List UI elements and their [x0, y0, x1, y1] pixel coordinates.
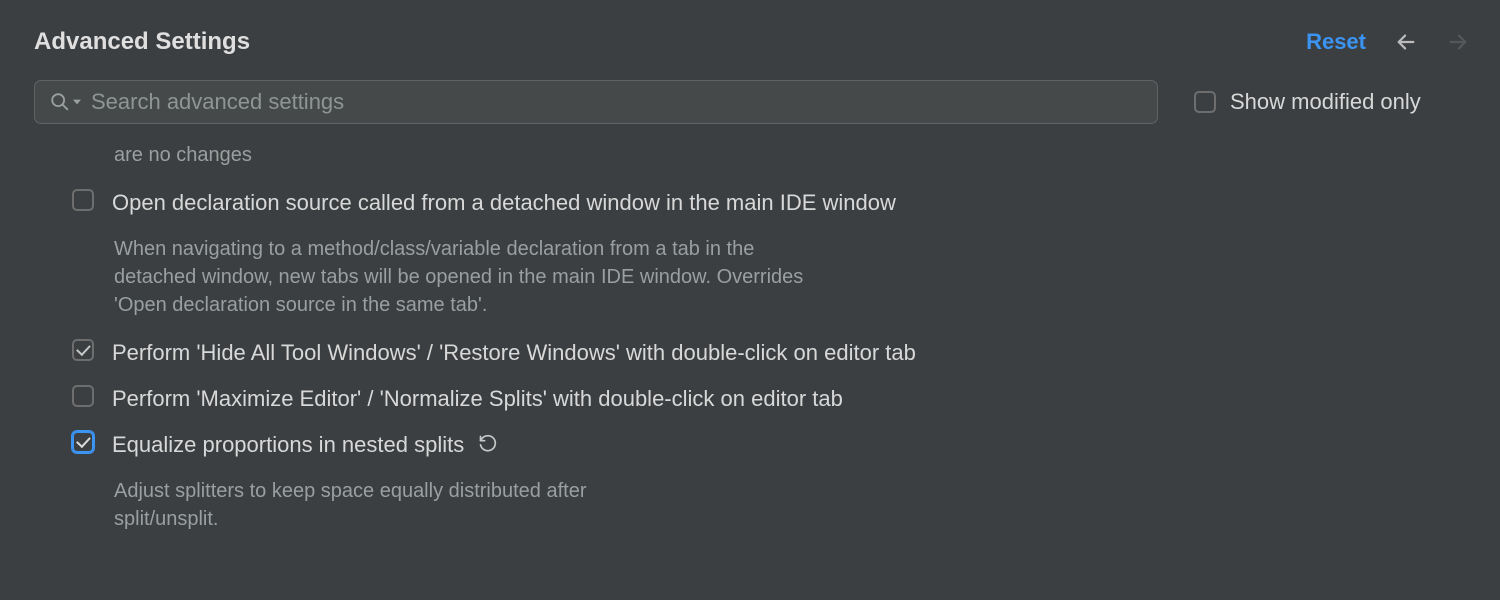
option-equalize-nested-splits[interactable]: Equalize proportions in nested splits [72, 431, 1470, 459]
search-input[interactable] [91, 89, 1143, 115]
show-modified-label: Show modified only [1230, 89, 1421, 115]
back-icon[interactable] [1394, 30, 1418, 54]
option-maximize-editor-dblclick[interactable]: Perform 'Maximize Editor' / 'Normalize S… [72, 385, 1470, 413]
header-actions: Reset [1306, 29, 1470, 55]
revert-icon[interactable] [478, 434, 498, 454]
checkbox[interactable] [72, 431, 94, 453]
truncated-description: are no changes [114, 144, 1470, 167]
option-description: When navigating to a method/class/variab… [114, 235, 834, 319]
forward-icon [1446, 30, 1470, 54]
show-modified-checkbox[interactable] [1194, 91, 1216, 113]
reset-button[interactable]: Reset [1306, 29, 1366, 55]
show-modified-only[interactable]: Show modified only [1194, 89, 1421, 115]
option-label: Perform 'Hide All Tool Windows' / 'Resto… [112, 339, 916, 367]
checkbox[interactable] [72, 385, 94, 407]
checkbox[interactable] [72, 339, 94, 361]
search-icon [49, 91, 71, 113]
checkbox[interactable] [72, 189, 94, 211]
search-field-wrap[interactable] [34, 80, 1158, 124]
options-list: are no changes Open declaration source c… [34, 144, 1470, 533]
option-description: Adjust splitters to keep space equally d… [114, 477, 654, 533]
option-label: Open declaration source called from a de… [112, 189, 896, 217]
option-hide-all-tool-windows-dblclick[interactable]: Perform 'Hide All Tool Windows' / 'Resto… [72, 339, 1470, 367]
header: Advanced Settings Reset [34, 28, 1470, 80]
option-label: Equalize proportions in nested splits [112, 431, 498, 459]
option-open-declaration-detached[interactable]: Open declaration source called from a de… [72, 189, 1470, 217]
settings-panel: Advanced Settings Reset Show modified on… [0, 0, 1500, 533]
page-title: Advanced Settings [34, 28, 250, 56]
toolbar: Show modified only [34, 80, 1470, 124]
option-label: Perform 'Maximize Editor' / 'Normalize S… [112, 385, 843, 413]
chevron-down-icon[interactable] [73, 98, 81, 106]
